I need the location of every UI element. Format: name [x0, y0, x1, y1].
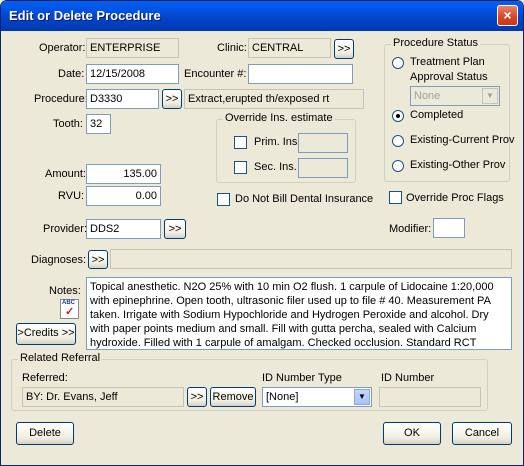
override-proc-flags-checkbox[interactable]	[389, 191, 402, 204]
approval-status-value: None	[414, 90, 441, 102]
sec-ins-label: Sec. Ins.	[254, 161, 297, 173]
check-mark-icon: ✓	[65, 306, 75, 318]
operator-field: ENTERPRISE	[86, 38, 179, 58]
date-label: Date:	[58, 68, 85, 80]
modifier-input[interactable]	[433, 218, 465, 238]
radio-completed[interactable]	[392, 110, 404, 122]
procedure-label: Procedure:	[34, 93, 88, 105]
do-not-bill-checkbox[interactable]	[217, 193, 230, 206]
cancel-button[interactable]: Cancel	[452, 422, 512, 445]
tooth-label: Tooth:	[53, 118, 83, 130]
existing-other-label: Existing-Other Prov	[410, 159, 506, 171]
completed-label: Completed	[410, 109, 464, 121]
radio-treatment-plan[interactable]	[392, 57, 404, 69]
id-type-label: ID Number Type	[262, 372, 342, 384]
related-referral-group: Related Referral Referred: BY: Dr. Evans…	[11, 352, 488, 411]
chevron-down-icon: ▼	[482, 88, 498, 104]
chevron-down-icon: ▼	[354, 389, 370, 405]
sec-ins-input[interactable]	[298, 158, 348, 178]
rvu-label: RVU:	[58, 190, 85, 202]
procedure-pick-button[interactable]: >>	[162, 89, 182, 109]
amount-input[interactable]: 135.00	[86, 164, 161, 184]
procedure-description: Extract,erupted th/exposed rt	[184, 89, 364, 109]
operator-label: Operator:	[39, 42, 86, 54]
prim-ins-label: Prim. Ins	[254, 136, 298, 148]
notes-textarea[interactable]: Topical anesthetic. N2O 25% with 10 min …	[86, 277, 512, 350]
diagnoses-label: Diagnoses:	[31, 254, 87, 266]
ok-button[interactable]: OK	[383, 422, 441, 445]
date-input[interactable]: 12/15/2008	[86, 64, 179, 84]
clinic-field: CENTRAL	[248, 38, 331, 58]
rvu-input[interactable]: 0.00	[86, 186, 161, 206]
id-number-field	[379, 387, 481, 407]
existing-current-label: Existing-Current Prov	[410, 134, 515, 146]
window-title: Edit or Delete Procedure	[9, 8, 161, 23]
prim-ins-checkbox[interactable]	[234, 136, 247, 149]
referred-field: BY: Dr. Evans, Jeff	[22, 387, 184, 407]
remove-referral-button[interactable]: Remove	[210, 387, 256, 407]
procedure-code-input[interactable]: D3330	[86, 89, 159, 109]
encounter-label: Encounter #:	[184, 68, 247, 80]
approval-status-label: Approval Status	[410, 71, 488, 83]
procedure-status-group: Procedure Status Treatment Plan Approval…	[384, 37, 515, 182]
provider-label: Provider:	[43, 223, 88, 235]
clinic-pick-button[interactable]: >>	[334, 39, 354, 59]
provider-input[interactable]: DDS2	[86, 219, 161, 239]
referral-pick-button[interactable]: >>	[187, 387, 207, 407]
referred-label: Referred:	[22, 372, 68, 384]
notes-label: Notes:	[49, 285, 81, 297]
id-type-select[interactable]: [None] ▼	[262, 387, 372, 407]
amount-label: Amount:	[45, 168, 86, 180]
clinic-label: Clinic:	[217, 42, 247, 54]
override-proc-flags-label: Override Proc Flags	[406, 192, 504, 204]
modifier-label: Modifier:	[389, 223, 432, 235]
treatment-plan-label: Treatment Plan	[410, 56, 485, 68]
edit-procedure-dialog: Edit or Delete Procedure × Operator: ENT…	[0, 0, 524, 466]
procedure-status-legend: Procedure Status	[391, 37, 480, 49]
radio-existing-other[interactable]	[392, 160, 404, 172]
notes-text: Topical anesthetic. N2O 25% with 10 min …	[90, 281, 494, 349]
do-not-bill-label: Do Not Bill Dental Insurance	[235, 193, 374, 205]
encounter-input[interactable]	[248, 64, 353, 84]
override-ins-group: Override Ins. estimate Prim. Ins Sec. In…	[216, 112, 356, 183]
delete-button[interactable]: Delete	[16, 422, 74, 445]
title-bar[interactable]: Edit or Delete Procedure ×	[1, 1, 523, 31]
tooth-input[interactable]: 32	[86, 114, 111, 134]
credits-button[interactable]: >Credits >>	[16, 323, 76, 345]
diagnoses-field	[110, 249, 512, 269]
approval-status-select[interactable]: None ▼	[410, 86, 500, 106]
prim-ins-input[interactable]	[298, 133, 348, 153]
sec-ins-checkbox[interactable]	[234, 161, 247, 174]
override-ins-legend: Override Ins. estimate	[223, 112, 335, 124]
id-number-label: ID Number	[381, 372, 435, 384]
diagnoses-pick-button[interactable]: >>	[88, 250, 108, 269]
related-referral-legend: Related Referral	[18, 352, 103, 364]
id-type-value: [None]	[266, 391, 299, 403]
spellcheck-icon[interactable]: ABC ✓	[60, 299, 79, 319]
provider-pick-button[interactable]: >>	[164, 219, 186, 239]
close-button[interactable]: ×	[497, 5, 518, 26]
radio-existing-current[interactable]	[392, 135, 404, 147]
